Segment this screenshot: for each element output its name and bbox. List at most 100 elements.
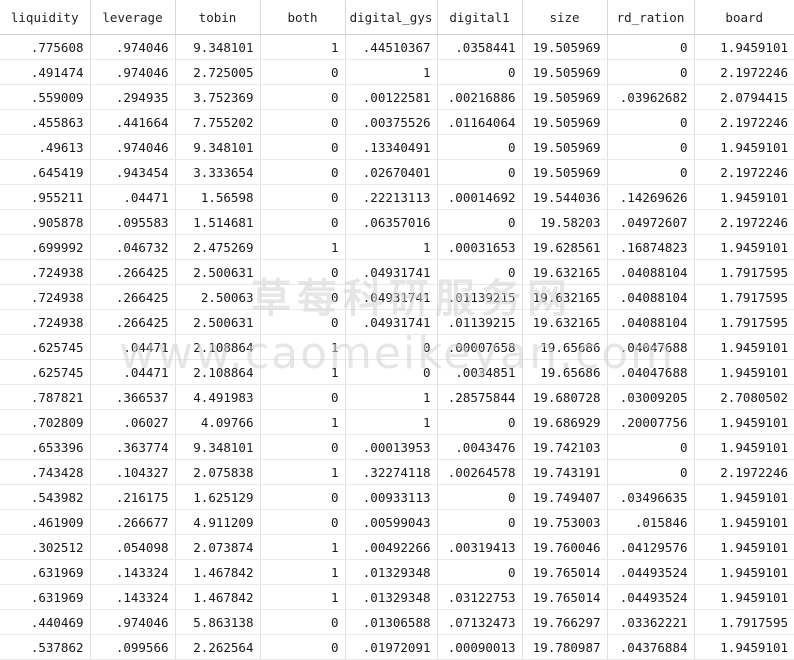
cell-digital-gys[interactable]: 1 [345, 384, 438, 410]
table-row[interactable]: .743428.104327 2.075838 1.32274118.0026457… [0, 459, 794, 485]
cell-both[interactable]: 1 [260, 409, 346, 435]
table-row[interactable]: .724938.266425 2.50063 0.04931741.01139215… [0, 284, 794, 310]
cell-rd-ration[interactable]: .04376884 [607, 634, 695, 660]
column-header-liquidity[interactable]: liquidity [0, 0, 91, 35]
cell-leverage[interactable]: .104327 [90, 459, 176, 485]
cell-both[interactable]: 0 [260, 109, 346, 135]
cell-liquidity[interactable]: .302512 [0, 534, 91, 560]
cell-digital1[interactable]: .00319413 [437, 534, 523, 560]
cell-tobin[interactable]: 3.333654 [175, 159, 261, 185]
table-row[interactable]: .653396.363774 9.348101 0.00013953.0043476… [0, 434, 794, 460]
cell-digital1[interactable]: 0 [437, 559, 523, 585]
cell-digital-gys[interactable]: .01329348 [345, 559, 438, 585]
cell-digital1[interactable]: .00007658 [437, 334, 523, 360]
table-row[interactable]: .461909.266677 4.911209 0.00599043 0 19.7530… [0, 509, 794, 535]
cell-leverage[interactable]: .974046 [90, 34, 176, 60]
cell-digital1[interactable]: .01139215 [437, 309, 523, 335]
cell-tobin[interactable]: 4.911209 [175, 509, 261, 535]
cell-liquidity[interactable]: .699992 [0, 234, 91, 260]
cell-size[interactable]: 19.65686 [522, 334, 608, 360]
cell-liquidity[interactable]: .724938 [0, 309, 91, 335]
cell-rd-ration[interactable]: .04047688 [607, 334, 695, 360]
cell-both[interactable]: 1 [260, 534, 346, 560]
cell-rd-ration[interactable]: .04493524 [607, 559, 695, 585]
cell-digital-gys[interactable]: .32274118 [345, 459, 438, 485]
table-row[interactable]: .631969.143324 1.467842 1.01329348 0 19.7650… [0, 559, 794, 585]
cell-rd-ration[interactable]: .03496635 [607, 484, 695, 510]
column-header-tobin[interactable]: tobin [175, 0, 261, 35]
cell-size[interactable]: 19.505969 [522, 109, 608, 135]
cell-digital-gys[interactable]: 1 [345, 409, 438, 435]
table-row[interactable]: .49613.974046 9.348101 0.13340491 0 19.50596… [0, 134, 794, 160]
cell-size[interactable]: 19.765014 [522, 584, 608, 610]
cell-tobin[interactable]: 4.491983 [175, 384, 261, 410]
cell-digital1[interactable]: .03122753 [437, 584, 523, 610]
cell-both[interactable]: 0 [260, 609, 346, 635]
cell-digital-gys[interactable]: .22213113 [345, 184, 438, 210]
cell-digital-gys[interactable]: 1 [345, 234, 438, 260]
cell-both[interactable]: 1 [260, 359, 346, 385]
cell-liquidity[interactable]: .631969 [0, 559, 91, 585]
cell-digital-gys[interactable]: 0 [345, 334, 438, 360]
column-header-rd-ration[interactable]: rd_ration [607, 0, 695, 35]
cell-liquidity[interactable]: .440469 [0, 609, 91, 635]
cell-tobin[interactable]: 2.108864 [175, 334, 261, 360]
cell-leverage[interactable]: .366537 [90, 384, 176, 410]
cell-liquidity[interactable]: .49613 [0, 134, 91, 160]
cell-tobin[interactable]: 2.262564 [175, 634, 261, 660]
cell-digital-gys[interactable]: .00599043 [345, 509, 438, 535]
cell-leverage[interactable]: .143324 [90, 559, 176, 585]
cell-digital-gys[interactable]: .04931741 [345, 259, 438, 285]
cell-size[interactable]: 19.765014 [522, 559, 608, 585]
cell-rd-ration[interactable]: .04088104 [607, 284, 695, 310]
cell-both[interactable]: 0 [260, 284, 346, 310]
cell-board[interactable]: 1.9459101 [694, 584, 794, 610]
table-row[interactable]: .491474.974046 2.725005 0 1 0 19.505969 0 2.197… [0, 59, 794, 85]
cell-rd-ration[interactable]: .015846 [607, 509, 695, 535]
table-row[interactable]: .631969.143324 1.467842 1.01329348.0312275… [0, 584, 794, 610]
cell-board[interactable]: 1.9459101 [694, 509, 794, 535]
cell-rd-ration[interactable]: .04088104 [607, 309, 695, 335]
cell-size[interactable]: 19.686929 [522, 409, 608, 435]
cell-board[interactable]: 1.7917595 [694, 609, 794, 635]
cell-both[interactable]: 0 [260, 134, 346, 160]
cell-both[interactable]: 1 [260, 34, 346, 60]
cell-tobin[interactable]: 3.752369 [175, 84, 261, 110]
cell-tobin[interactable]: 2.725005 [175, 59, 261, 85]
table-row[interactable]: .625745.04471 2.108864 1 0.00007658 19.65686… [0, 334, 794, 360]
cell-tobin[interactable]: 1.467842 [175, 584, 261, 610]
cell-leverage[interactable]: .04471 [90, 184, 176, 210]
cell-digital1[interactable]: .00090013 [437, 634, 523, 660]
cell-digital-gys[interactable]: .00492266 [345, 534, 438, 560]
cell-digital-gys[interactable]: .02670401 [345, 159, 438, 185]
cell-leverage[interactable]: .363774 [90, 434, 176, 460]
cell-both[interactable]: 0 [260, 259, 346, 285]
cell-digital1[interactable]: .28575844 [437, 384, 523, 410]
cell-both[interactable]: 0 [260, 309, 346, 335]
cell-size[interactable]: 19.65686 [522, 359, 608, 385]
cell-tobin[interactable]: 2.108864 [175, 359, 261, 385]
cell-digital1[interactable]: .00031653 [437, 234, 523, 260]
cell-tobin[interactable]: 5.863138 [175, 609, 261, 635]
cell-rd-ration[interactable]: 0 [607, 459, 695, 485]
cell-both[interactable]: 1 [260, 234, 346, 260]
cell-rd-ration[interactable]: .03362221 [607, 609, 695, 635]
cell-digital1[interactable]: .07132473 [437, 609, 523, 635]
cell-liquidity[interactable]: .955211 [0, 184, 91, 210]
cell-digital1[interactable]: .00264578 [437, 459, 523, 485]
cell-board[interactable]: 1.9459101 [694, 134, 794, 160]
cell-digital-gys[interactable]: .00013953 [345, 434, 438, 460]
table-row[interactable]: .440469.974046 5.863138 0.01306588.0713247… [0, 609, 794, 635]
cell-leverage[interactable]: .266425 [90, 309, 176, 335]
cell-both[interactable]: 0 [260, 484, 346, 510]
table-row[interactable]: .543982.216175 1.625129 0.00933113 0 19.7494… [0, 484, 794, 510]
cell-size[interactable]: 19.760046 [522, 534, 608, 560]
cell-rd-ration[interactable]: .03009205 [607, 384, 695, 410]
cell-tobin[interactable]: 2.500631 [175, 259, 261, 285]
cell-board[interactable]: 1.9459101 [694, 334, 794, 360]
cell-liquidity[interactable]: .631969 [0, 584, 91, 610]
cell-leverage[interactable]: .441664 [90, 109, 176, 135]
cell-both[interactable]: 1 [260, 559, 346, 585]
cell-tobin[interactable]: 2.500631 [175, 309, 261, 335]
column-header-digital1[interactable]: digital1 [437, 0, 523, 35]
